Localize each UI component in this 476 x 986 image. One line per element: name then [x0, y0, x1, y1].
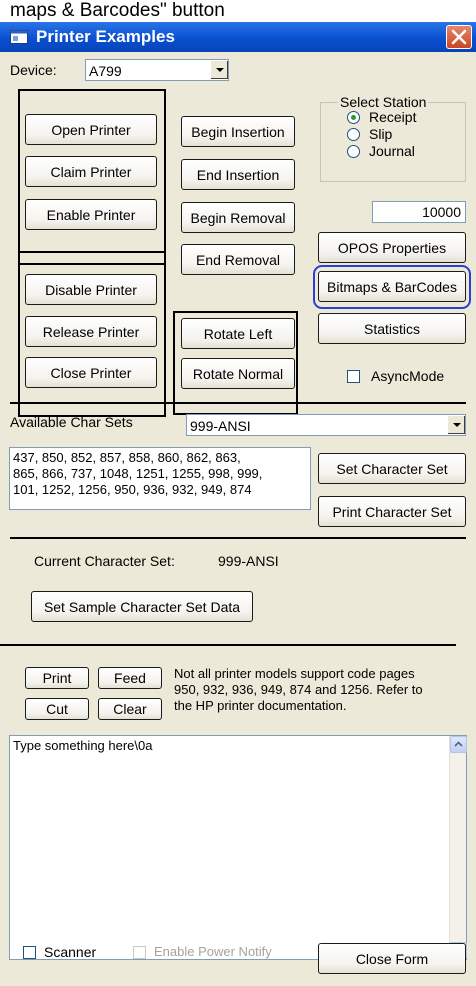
- clear-button[interactable]: Clear: [98, 698, 162, 720]
- claim-printer-button[interactable]: Claim Printer: [25, 156, 157, 187]
- separator-bottom: [0, 644, 456, 646]
- rotate-left-button[interactable]: Rotate Left: [181, 318, 295, 349]
- set-character-set-button[interactable]: Set Character Set: [318, 453, 466, 484]
- cut-button[interactable]: Cut: [25, 698, 89, 720]
- close-window-button[interactable]: [446, 25, 472, 49]
- open-printer-button[interactable]: Open Printer: [25, 114, 157, 145]
- async-mode-label: AsyncMode: [371, 368, 445, 384]
- timeout-value: 10000: [422, 204, 461, 220]
- scanner-label: Scanner: [44, 944, 97, 960]
- power-notify-label: Enable Power Notify: [154, 944, 272, 959]
- timeout-input[interactable]: 10000: [372, 201, 466, 223]
- enable-printer-button[interactable]: Enable Printer: [25, 199, 157, 230]
- async-mode-checkbox[interactable]: [347, 370, 360, 383]
- chevron-up-icon: [454, 741, 463, 747]
- charset-list-item[interactable]: 437, 850, 852, 857, 858, 860, 862, 863,: [13, 450, 307, 466]
- charset-list-item[interactable]: 101, 1252, 1256, 950, 936, 932, 949, 874: [13, 482, 307, 498]
- app-icon: [10, 30, 28, 44]
- end-insertion-button[interactable]: End Insertion: [181, 159, 295, 190]
- title-bar[interactable]: Printer Examples: [0, 22, 476, 52]
- current-charset-label: Current Character Set:: [34, 553, 175, 569]
- note-line: Not all printer models support code page…: [174, 666, 415, 681]
- device-label: Device:: [10, 62, 57, 78]
- text-area-content[interactable]: Type something here\0a: [13, 738, 152, 754]
- chevron-down-icon: [453, 423, 461, 427]
- close-printer-button[interactable]: Close Printer: [25, 357, 157, 388]
- separator-top: [10, 402, 466, 404]
- device-combobox[interactable]: A799: [85, 59, 229, 81]
- printer-examples-window: Printer Examples Device: A799 Open Print…: [0, 22, 476, 986]
- charset-combobox[interactable]: 999-ANSI: [186, 414, 466, 436]
- separator-middle: [10, 537, 466, 539]
- codepage-note: Not all printer models support code page…: [174, 666, 470, 714]
- rotate-normal-button[interactable]: Rotate Normal: [181, 358, 295, 389]
- print-character-set-button[interactable]: Print Character Set: [318, 496, 466, 527]
- available-charsets-label: Available Char Sets: [10, 414, 133, 430]
- device-value: A799: [89, 63, 122, 79]
- close-icon: [451, 29, 467, 45]
- scroll-up-button[interactable]: [450, 736, 467, 753]
- vertical-scrollbar[interactable]: [449, 736, 467, 959]
- statistics-button[interactable]: Statistics: [318, 313, 466, 344]
- chevron-down-icon: [216, 68, 224, 72]
- end-removal-button[interactable]: End Removal: [181, 244, 295, 275]
- close-form-button[interactable]: Close Form: [318, 943, 466, 974]
- power-notify-checkbox: [133, 946, 146, 959]
- bitmaps-barcodes-button[interactable]: Bitmaps & BarCodes: [318, 271, 466, 302]
- charset-list-item[interactable]: 865, 866, 737, 1048, 1251, 1255, 998, 99…: [13, 466, 307, 482]
- window-title: Printer Examples: [36, 27, 175, 46]
- charset-list[interactable]: 437, 850, 852, 857, 858, 860, 862, 863, …: [9, 447, 311, 510]
- scanner-checkbox[interactable]: [23, 946, 36, 959]
- set-sample-data-button[interactable]: Set Sample Character Set Data: [31, 591, 253, 622]
- print-text-area[interactable]: Type something here\0a: [9, 735, 467, 960]
- charset-selected-value: 999-ANSI: [190, 418, 251, 434]
- slip-radio[interactable]: [347, 128, 360, 141]
- charset-dropdown-button[interactable]: [447, 416, 465, 434]
- print-button[interactable]: Print: [25, 667, 89, 689]
- radio-selected-dot: [351, 115, 356, 120]
- caption-text: maps & Barcodes" button: [10, 0, 225, 21]
- receipt-radio[interactable]: [347, 111, 360, 124]
- note-line: 950, 932, 936, 949, 874 and 1256. Refer …: [174, 682, 423, 697]
- journal-radio[interactable]: [347, 145, 360, 158]
- journal-label: Journal: [369, 143, 415, 159]
- opos-properties-button[interactable]: OPOS Properties: [318, 232, 466, 263]
- receipt-label: Receipt: [369, 109, 417, 125]
- slip-label: Slip: [369, 126, 393, 142]
- disable-printer-button[interactable]: Disable Printer: [25, 274, 157, 305]
- note-line: the HP printer documentation.: [174, 698, 347, 713]
- begin-removal-button[interactable]: Begin Removal: [181, 202, 295, 233]
- device-dropdown-button[interactable]: [210, 61, 228, 79]
- begin-insertion-button[interactable]: Begin Insertion: [181, 116, 295, 147]
- current-charset-value: 999-ANSI: [218, 553, 279, 569]
- release-printer-button[interactable]: Release Printer: [25, 316, 157, 347]
- feed-button[interactable]: Feed: [98, 667, 162, 689]
